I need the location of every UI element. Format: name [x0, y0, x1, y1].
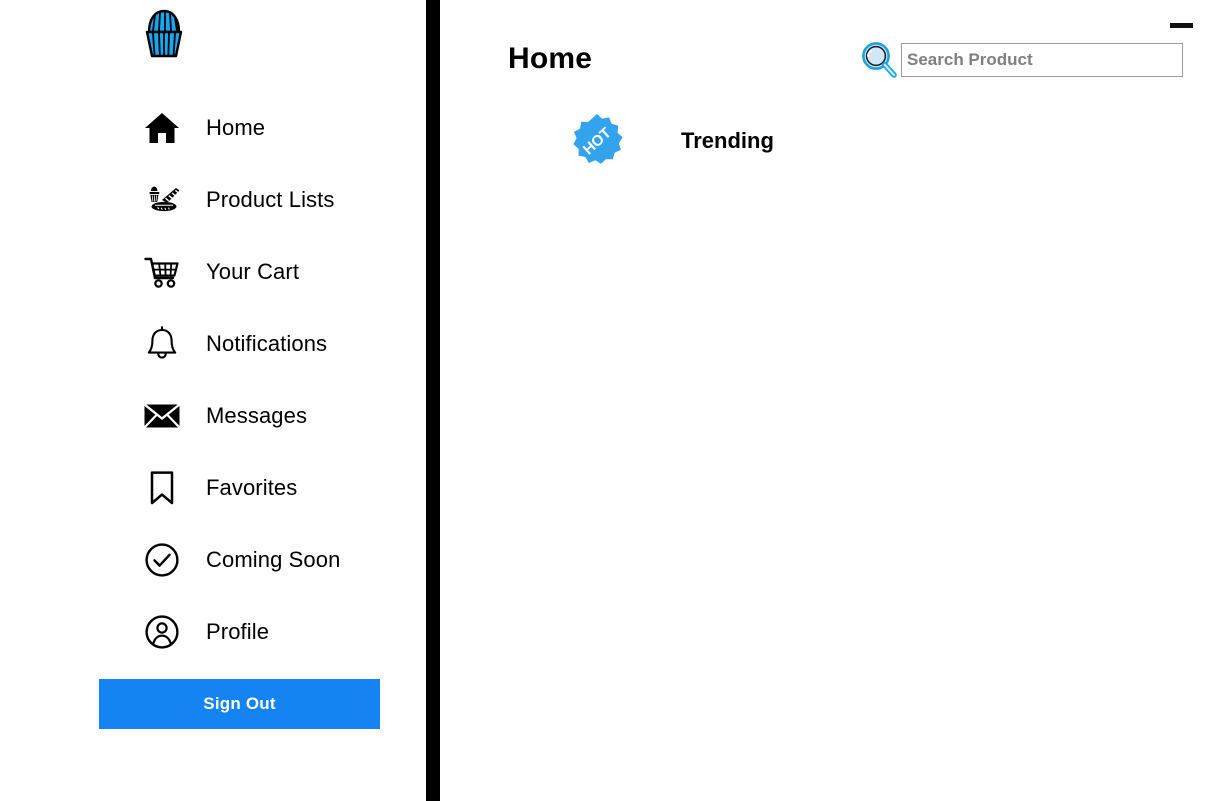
user-circle-icon [143, 613, 181, 651]
sidebar: Home Product Lists Your Cart Notificatio… [0, 0, 426, 801]
trending-section: HOT Trending [568, 112, 774, 170]
sidebar-item-product-lists[interactable]: Product Lists [0, 164, 426, 236]
envelope-icon [143, 397, 181, 435]
trending-label: Trending [681, 128, 774, 153]
sidebar-item-label: Notifications [206, 331, 328, 356]
sidebar-item-label: Favorites [206, 475, 298, 500]
sidebar-item-your-cart[interactable]: Your Cart [0, 236, 426, 308]
sign-out-button[interactable]: Sign Out [99, 679, 380, 729]
bookmark-icon [143, 469, 181, 507]
main-content: Home HOT Trending [440, 0, 1217, 801]
sidebar-item-messages[interactable]: Messages [0, 380, 426, 452]
search-bar [858, 38, 1183, 82]
sidebar-item-home[interactable]: Home [0, 92, 426, 164]
app-window: Home Product Lists Your Cart Notificatio… [0, 0, 1217, 801]
home-icon [143, 109, 181, 147]
minimize-icon [1169, 22, 1193, 28]
sidebar-divider [426, 0, 440, 801]
bell-icon [143, 325, 181, 363]
hot-starburst-badge-icon[interactable]: HOT [568, 112, 626, 170]
check-circle-icon [143, 541, 181, 579]
sidebar-item-notifications[interactable]: Notifications [0, 308, 426, 380]
sidebar-item-coming-soon[interactable]: Coming Soon [0, 524, 426, 596]
sidebar-item-label: Messages [206, 403, 308, 428]
sidebar-nav: Home Product Lists Your Cart Notificatio… [0, 92, 426, 668]
sidebar-item-favorites[interactable]: Favorites [0, 452, 426, 524]
sidebar-item-label: Product Lists [206, 187, 335, 212]
cupcake-logo-icon[interactable] [141, 8, 187, 60]
page-title: Home [508, 42, 593, 75]
sidebar-item-label: Home [206, 115, 266, 140]
sidebar-item-label: Your Cart [206, 259, 300, 284]
minimize-button[interactable] [1169, 18, 1193, 32]
shopping-cart-icon [143, 253, 181, 291]
sidebar-item-label: Profile [206, 619, 270, 644]
sidebar-item-label: Coming Soon [206, 547, 341, 572]
sidebar-item-profile[interactable]: Profile [0, 596, 426, 668]
desserts-icon [143, 181, 181, 219]
magnifier-icon[interactable] [858, 38, 900, 82]
search-input[interactable] [901, 43, 1183, 77]
